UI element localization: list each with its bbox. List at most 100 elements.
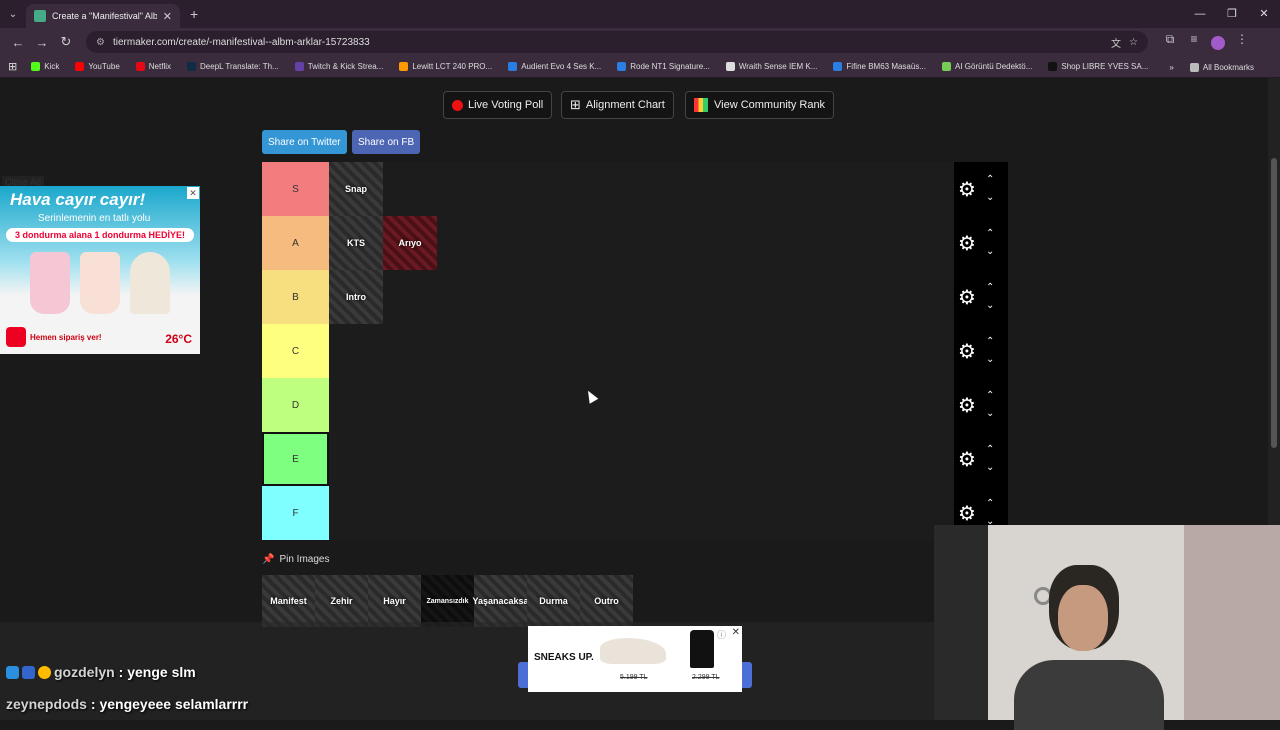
bookmark-lewitt[interactable]: Lewitt LCT 240 PRO... bbox=[399, 62, 492, 71]
move-up-icon[interactable]: ⌃ bbox=[986, 387, 994, 405]
live-voting-button[interactable]: Live Voting Poll bbox=[443, 91, 553, 119]
gear-icon[interactable]: ⚙ bbox=[958, 447, 982, 472]
tier-drop-zone[interactable]: Snap bbox=[329, 162, 954, 216]
tier-label[interactable]: D bbox=[262, 378, 329, 432]
move-down-icon[interactable]: ⌄ bbox=[986, 189, 994, 207]
share-fb-button[interactable]: Share on FB bbox=[352, 130, 421, 154]
gear-icon[interactable]: ⚙ bbox=[958, 177, 982, 202]
pool-item[interactable]: Durma bbox=[527, 575, 580, 627]
more-bookmarks-icon[interactable]: » bbox=[1169, 63, 1173, 72]
tier-drop-zone[interactable] bbox=[329, 324, 954, 378]
close-tab-icon[interactable]: ✕ bbox=[163, 10, 172, 23]
bookmark-deepl[interactable]: DeepL Translate: Th... bbox=[187, 62, 279, 71]
move-up-icon[interactable]: ⌃ bbox=[986, 225, 994, 243]
move-down-icon[interactable]: ⌄ bbox=[986, 459, 994, 477]
streamer-face bbox=[1058, 585, 1108, 651]
pool-item[interactable]: Zehir bbox=[315, 575, 368, 627]
all-bookmarks[interactable]: All Bookmarks bbox=[1189, 62, 1254, 72]
tier-drop-zone[interactable] bbox=[329, 432, 954, 486]
pool-item[interactable]: Yaşanacaksa bbox=[472, 575, 529, 627]
gear-icon[interactable]: ⚙ bbox=[958, 339, 982, 364]
tier-label[interactable]: F bbox=[262, 486, 329, 540]
move-up-icon[interactable]: ⌃ bbox=[986, 333, 994, 351]
move-up-icon[interactable]: ⌃ bbox=[986, 171, 994, 189]
gear-icon[interactable]: ⚙ bbox=[958, 285, 982, 310]
reload-icon[interactable]: ↻ bbox=[54, 34, 78, 50]
bookmark-kick[interactable]: Kick bbox=[31, 62, 59, 71]
scrollbar-thumb[interactable] bbox=[1271, 158, 1277, 448]
bookmark-wraith[interactable]: Wraith Sense IEM K... bbox=[725, 62, 817, 71]
move-up-icon[interactable]: ⌃ bbox=[986, 495, 994, 513]
translate-icon[interactable]: 文 bbox=[1111, 35, 1121, 50]
ad-info-icon[interactable]: ⓘ bbox=[717, 628, 726, 641]
image-pool: Manifest Zehir Hayır Zamansızdık Yaşanacaksa… bbox=[262, 575, 633, 627]
pool-item[interactable]: Manifest bbox=[262, 575, 315, 627]
pool-item[interactable]: Outro bbox=[580, 575, 633, 627]
bookmark-star-icon[interactable]: ☆ bbox=[1129, 37, 1138, 48]
pin-images-toggle[interactable]: 📌 Pin Images bbox=[262, 554, 329, 565]
ad-close-icon[interactable]: ✕ bbox=[187, 187, 199, 199]
gear-icon[interactable]: ⚙ bbox=[958, 393, 982, 418]
gear-icon[interactable]: ⚙ bbox=[958, 501, 982, 526]
tab-search-icon[interactable]: ⌄ bbox=[0, 0, 26, 28]
tier-item[interactable]: Arıyo bbox=[383, 216, 437, 270]
pool-item[interactable]: Hayır bbox=[368, 575, 421, 627]
close-window-icon[interactable]: ✕ bbox=[1248, 0, 1280, 28]
tier-item[interactable]: KTS bbox=[329, 216, 383, 270]
community-rank-button[interactable]: View Community Rank bbox=[685, 91, 835, 119]
tier-drop-zone[interactable]: Intro bbox=[329, 270, 954, 324]
extensions-icon[interactable]: ⧉ bbox=[1158, 32, 1182, 53]
move-up-icon[interactable]: ⌃ bbox=[986, 441, 994, 459]
bookmark-audient[interactable]: Audient Evo 4 Ses K... bbox=[508, 62, 601, 71]
back-icon[interactable]: ← bbox=[6, 35, 30, 50]
tier-label[interactable]: B bbox=[262, 270, 329, 324]
menu-icon[interactable]: ⋮ bbox=[1230, 32, 1254, 53]
site-info-icon[interactable]: ⚙ bbox=[96, 37, 105, 48]
move-up-icon[interactable]: ⌃ bbox=[986, 279, 994, 297]
milkshake-image bbox=[30, 252, 70, 314]
ad-order-button[interactable]: Hemen sipariş ver! bbox=[6, 326, 126, 348]
ad-close-icon[interactable]: ✕ bbox=[732, 627, 740, 638]
tier-label[interactable]: A bbox=[262, 216, 329, 270]
tab-active[interactable]: Create a "Manifestival" Albüm Ş ✕ bbox=[26, 4, 180, 28]
bookmark-youtube[interactable]: YouTube bbox=[75, 62, 120, 71]
restore-icon[interactable]: ❐ bbox=[1216, 0, 1248, 28]
bookmark-netflix[interactable]: Netflix bbox=[135, 62, 171, 71]
profile-avatar[interactable] bbox=[1206, 32, 1230, 53]
address-toolbar: ← → ↻ ⚙ tiermaker.com/create/-manifestiv… bbox=[0, 28, 1280, 56]
move-down-icon[interactable]: ⌄ bbox=[986, 297, 994, 315]
tier-item[interactable]: Snap bbox=[329, 162, 383, 216]
pool-item[interactable]: Zamansızdık bbox=[421, 575, 474, 627]
url-text: tiermaker.com/create/-manifestival--albm… bbox=[112, 36, 370, 48]
share-twitter-button[interactable]: Share on Twitter bbox=[262, 130, 347, 154]
sneakers-ad[interactable]: SNEAKS UP. 5.199 TL 2.299 TL ⓘ ✕ bbox=[528, 626, 742, 692]
tier-controls: ⚙ ⌃ ⌄ bbox=[954, 378, 1008, 432]
tier-drop-zone[interactable] bbox=[329, 486, 954, 540]
move-down-icon[interactable]: ⌄ bbox=[986, 243, 994, 261]
tier-drop-zone[interactable] bbox=[329, 378, 954, 432]
apps-icon[interactable]: ⊞ bbox=[8, 60, 17, 73]
gear-icon[interactable]: ⚙ bbox=[958, 231, 982, 256]
media-icon[interactable]: ≡ bbox=[1182, 32, 1206, 53]
bookmark-rode[interactable]: Rode NT1 Signature... bbox=[617, 62, 710, 71]
address-bar[interactable]: ⚙ tiermaker.com/create/-manifestival--al… bbox=[86, 31, 1148, 53]
move-down-icon[interactable]: ⌄ bbox=[986, 405, 994, 423]
bookmark-twitch-kick[interactable]: Twitch & Kick Strea... bbox=[294, 62, 383, 71]
tier-label[interactable]: E bbox=[262, 432, 329, 486]
bookmark-ai-detector[interactable]: AI Görüntü Dedektö... bbox=[942, 62, 1032, 71]
bookmark-fifine[interactable]: Fifine BM63 Masaüs... bbox=[833, 62, 926, 71]
minimize-icon[interactable]: — bbox=[1184, 0, 1216, 28]
tier-item[interactable]: Intro bbox=[329, 270, 383, 324]
new-tab-icon[interactable]: + bbox=[190, 6, 198, 22]
alignment-chart-button[interactable]: ⊞ Alignment Chart bbox=[561, 91, 674, 119]
ad-temperature: 26°C bbox=[165, 332, 192, 346]
move-down-icon[interactable]: ⌄ bbox=[986, 351, 994, 369]
shirt-image bbox=[690, 630, 714, 668]
tier-label[interactable]: C bbox=[262, 324, 329, 378]
webcam-feed bbox=[934, 525, 1280, 730]
tier-label[interactable]: S bbox=[262, 162, 329, 216]
ice-cream-ad[interactable]: Hava cayır cayır! Serinlemenin en tatlı … bbox=[0, 186, 200, 354]
forward-icon[interactable]: → bbox=[30, 35, 54, 50]
bookmark-libre[interactable]: Shop LIBRE YVES SA... bbox=[1048, 62, 1148, 71]
tier-drop-zone[interactable]: KTS Arıyo bbox=[329, 216, 954, 270]
